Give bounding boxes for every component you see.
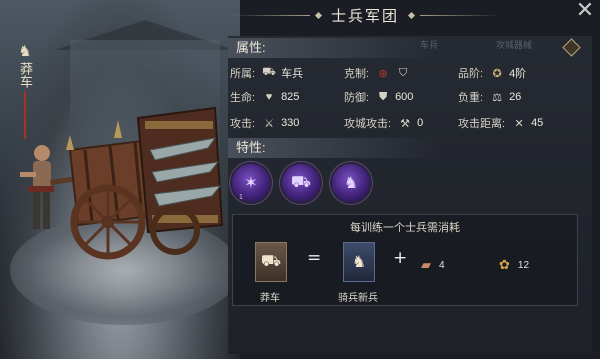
unit-name: 莽车 (18, 62, 33, 88)
title-bar: 士兵军团 (180, 0, 550, 30)
stat-siege-label: 攻城攻击: (344, 118, 392, 130)
heart-icon: ♥ (265, 91, 273, 103)
stat-rank-label: 品阶: (458, 68, 484, 80)
stat-type-value: 车兵 (281, 68, 304, 80)
stat-range-value: 45 (531, 117, 544, 129)
ingredient-unit-card[interactable]: ♞ (343, 242, 375, 282)
resource-wood: ▰ 4 (421, 257, 445, 273)
ingredient-unit-label: 骑兵新兵 (338, 293, 378, 304)
equals-sign: = (307, 248, 322, 268)
stat-range-label: 攻击距离: (458, 118, 506, 130)
shield-icon: ⛊ (378, 90, 388, 103)
stat-rank: 品阶: ✪ 4阶 (458, 64, 526, 82)
ghost-tab-siege: 攻城器械 (496, 40, 533, 50)
result-unit-card[interactable]: ⛟ (255, 242, 287, 282)
cart-icon: ⛟ (262, 66, 276, 78)
trait-level: 1 (239, 194, 243, 201)
stat-load-label: 负重: (458, 92, 484, 104)
unit-info-panel: 属性: 车兵 攻城器械 所属: ⛟ 车兵 克制: ⊛ ⛉ 品阶: ✪ 4阶 生命… (228, 36, 592, 354)
counter-red-icon[interactable]: ⊛ (375, 67, 391, 80)
traits-header: 特性: (228, 138, 436, 158)
rank-diamond-icon[interactable] (562, 38, 581, 57)
stat-hp-label: 生命: (230, 92, 256, 104)
trait-cart-charge[interactable]: ⛟ (280, 162, 322, 204)
stat-siege: 攻城攻击: ⚒ 0 (344, 114, 423, 132)
rank-badge-icon: ✪ (492, 67, 502, 80)
ghost-tab-cart: 车兵 (420, 40, 439, 50)
unit-tag-accent-bar (24, 91, 26, 139)
stat-siege-value: 0 (417, 117, 424, 129)
siege-icon: ⚒ (400, 117, 410, 130)
resource-grain-amount: 12 (517, 259, 530, 271)
plus-sign: + (393, 248, 408, 268)
stat-range: 攻击距离: ✕ 45 (458, 114, 543, 132)
page-title: 士兵军团 (330, 7, 399, 25)
attributes-header: 属性: (228, 38, 436, 58)
title-ornament-left (229, 14, 310, 16)
stat-type-label: 所属: (230, 68, 256, 80)
wood-icon: ▰ (421, 257, 431, 272)
stat-hp-value: 825 (281, 91, 300, 103)
crossed-arrows-icon: ✕ (514, 117, 524, 130)
stat-counter-label: 克制: (344, 68, 370, 80)
training-cost-title: 每训练一个士兵需消耗 (350, 222, 460, 234)
unit-name-tag: ♞ 莽车 (12, 42, 38, 139)
resource-wood-amount: 4 (439, 259, 445, 271)
grain-icon: ✿ (499, 257, 510, 272)
unit-detail-screen: 士兵军团 ✕ ♞ 莽车 属性: 车兵 攻城器械 所属: ⛟ 车兵 克制: ⊛ ⛉… (0, 0, 600, 359)
stat-hp: 生命: ♥ 825 (230, 88, 299, 106)
trait-spiked-claw[interactable]: ✶ 1 (230, 162, 272, 204)
training-cost-box: 每训练一个士兵需消耗 ⛟ 莽车 = ♞ 骑兵新兵 + ▰ 4 ✿ 12 (232, 214, 578, 306)
title-diamond-left (314, 11, 323, 19)
horse-rider-icon: ♞ (343, 175, 359, 192)
cart-charge-icon: ⛟ (290, 174, 312, 191)
stat-load-value: 26 (509, 91, 522, 103)
resource-grain: ✿ 12 (499, 257, 529, 273)
sword-icon: ⚔ (264, 117, 274, 130)
cavalry-recruit-icon: ♞ (351, 254, 367, 271)
close-button[interactable]: ✕ (574, 0, 596, 22)
stat-attack-label: 攻击: (230, 118, 256, 130)
war-cart-icon: ⛟ (260, 253, 282, 270)
stat-defense: 防御: ⛊ 600 (344, 88, 413, 106)
counter-shield-icon[interactable]: ⛉ (395, 67, 411, 80)
stat-counter: 克制: ⊛ ⛉ (344, 64, 415, 82)
stat-rank-value: 4阶 (509, 68, 527, 80)
stat-defense-value: 600 (395, 91, 414, 103)
stat-attack: 攻击: ⚔ 330 (230, 114, 299, 132)
spiked-claw-icon: ✶ (244, 175, 258, 192)
stat-type: 所属: ⛟ 车兵 (230, 64, 303, 82)
stat-load: 负重: ⚖ 26 (458, 88, 521, 106)
title-ornament-right (420, 14, 500, 16)
result-unit-label: 莽车 (260, 293, 280, 304)
stat-defense-label: 防御: (344, 92, 370, 104)
title-diamond-right (407, 11, 416, 19)
close-icon: ✕ (575, 0, 595, 23)
scale-icon: ⚖ (492, 91, 502, 104)
trait-horse-rider[interactable]: ♞ (330, 162, 372, 204)
horse-head-icon: ♞ (18, 43, 32, 60)
stat-attack-value: 330 (281, 117, 300, 129)
